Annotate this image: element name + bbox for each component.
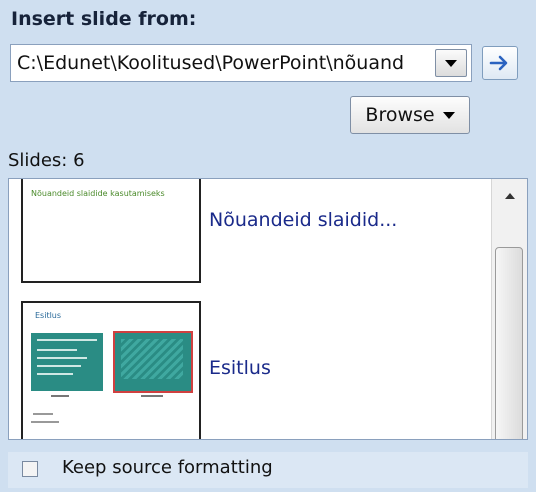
slides-count: Slides: 6 xyxy=(8,150,85,171)
slide-item[interactable]: Esitlus Esitlus xyxy=(9,291,479,439)
thumb-footer-right xyxy=(141,395,163,397)
slide-thumbnail[interactable]: Esitlus xyxy=(21,301,201,439)
thumb-note xyxy=(31,421,59,423)
thumb-panel-right xyxy=(113,331,193,393)
chevron-down-icon xyxy=(445,59,457,67)
source-path-text[interactable]: C:\Edunet\Koolitused\PowerPoint\nõuand xyxy=(17,52,427,74)
keep-source-formatting-row[interactable]: Keep source formatting xyxy=(8,452,528,488)
arrow-right-icon xyxy=(489,55,508,71)
browse-button-label: Browse xyxy=(365,104,435,126)
keep-source-formatting-checkbox[interactable] xyxy=(22,461,38,477)
slides-list[interactable]: Nõuandeid slaidide kasutamiseks Nõuandei… xyxy=(8,178,528,440)
slide-name[interactable]: Nõuandeid slaidid... xyxy=(209,209,397,231)
scrollbar[interactable] xyxy=(491,179,527,439)
go-button[interactable] xyxy=(482,46,518,80)
keep-source-formatting-label[interactable]: Keep source formatting xyxy=(62,457,273,478)
chevron-down-icon xyxy=(442,111,455,119)
slide-thumbnail[interactable]: Nõuandeid slaidide kasutamiseks xyxy=(21,179,201,283)
slide-item[interactable]: Nõuandeid slaidide kasutamiseks Nõuandei… xyxy=(9,179,479,291)
slide-thumbnail-text: Nõuandeid slaidide kasutamiseks xyxy=(31,189,165,198)
pane-title: Insert slide from: xyxy=(11,8,197,30)
scroll-up-icon xyxy=(504,193,515,199)
scrollbar-thumb[interactable] xyxy=(495,247,523,439)
scroll-up-button[interactable] xyxy=(492,179,527,213)
slide-thumbnail-title: Esitlus xyxy=(35,311,62,320)
thumb-footer-left xyxy=(51,395,69,397)
thumb-panel-left xyxy=(31,333,103,391)
browse-button[interactable]: Browse xyxy=(350,96,470,134)
thumb-note xyxy=(33,413,53,415)
slide-name[interactable]: Esitlus xyxy=(209,357,271,379)
path-dropdown-button[interactable] xyxy=(435,49,467,77)
source-path-combo[interactable]: C:\Edunet\Koolitused\PowerPoint\nõuand xyxy=(10,44,472,82)
